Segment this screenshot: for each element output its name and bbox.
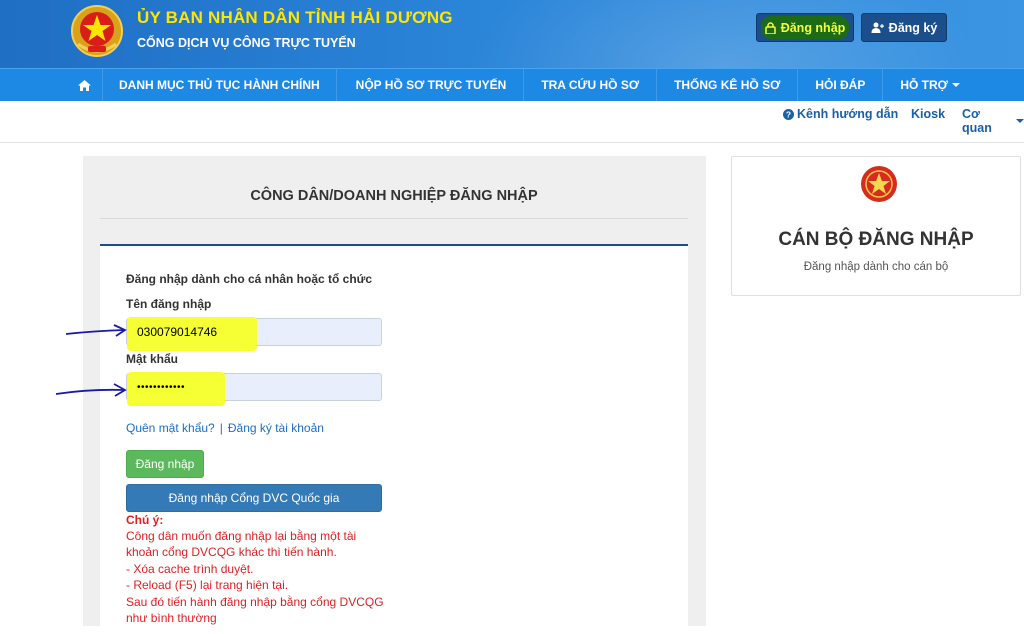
citizen-login-title: CÔNG DÂN/DOANH NGHIỆP ĐĂNG NHẬP [250,188,538,204]
agency-dropdown[interactable]: Cơ quan [962,107,1024,135]
main-nav: DANH MỤC THỦ TỤC HÀNH CHÍNH NỘP HỒ SƠ TR… [0,68,1024,101]
nav-item-statistics[interactable]: THỐNG KÊ HỒ SƠ [656,69,797,101]
star-badge-icon [861,166,897,202]
note-line: Công dân muốn đăng nhập lại bằng một tài [126,529,357,543]
nav-item-lookup[interactable]: TRA CỨU HỒ SƠ [523,69,656,101]
official-login-subtitle: Đăng nhập dành cho cán bộ [803,261,949,273]
nav-item-faq[interactable]: HỎI ĐÁP [797,69,882,101]
header-login-button[interactable]: Đăng nhập [756,13,854,42]
divider [100,218,688,219]
nav-item-support[interactable]: HỖ TRỢ [882,69,977,101]
note-line: khoản cổng DVCQG khác thì tiến hành. [126,545,337,559]
login-button[interactable]: Đăng nhập [126,450,204,478]
username-label: Tên đăng nhập [126,297,212,311]
header-register-label: Đăng ký [888,20,938,35]
password-label: Mật khẩu [126,352,179,366]
user-plus-icon [871,22,884,33]
header-register-button[interactable]: Đăng ký [861,13,947,42]
lock-icon [764,21,776,34]
kiosk-link[interactable]: Kiosk [911,107,945,121]
svg-text:?: ? [786,109,791,119]
password-value: •••••••••••• [137,381,186,393]
note-line: như bình thường [126,611,217,625]
arrow-annotation-icon [65,324,127,337]
note-title: Chú ý: [126,513,164,527]
account-links: Quên mật khẩu? | Đăng ký tài khoản [126,421,324,435]
national-portal-login-button[interactable]: Đăng nhập Cổng DVC Quốc gia [126,484,382,512]
site-subtitle: CỔNG DỊCH VỤ CÔNG TRỰC TUYẾN [137,36,356,50]
guide-link[interactable]: ? Kênh hướng dẫn [783,107,898,121]
link-separator: | [219,421,223,435]
nav-item-submit[interactable]: NỘP HỒ SƠ TRỰC TUYẾN [335,69,524,101]
note-line: - Reload (F5) lại trang hiện tại. [126,578,289,592]
password-input[interactable]: •••••••••••• [126,372,382,406]
chevron-down-icon [1016,119,1024,123]
username-value: 030079014746 [137,325,218,339]
nav-item-procedures[interactable]: DANH MỤC THỦ TỤC HÀNH CHÍNH [102,69,336,101]
login-intro-text: Đăng nhập dành cho cá nhân hoặc tổ chức [126,272,373,286]
register-account-link[interactable]: Đăng ký tài khoản [228,421,324,435]
chevron-down-icon [951,83,960,87]
question-circle-icon: ? [783,108,794,120]
site-title: ỦY BAN NHÂN DÂN TỈNH HẢI DƯƠNG [137,8,453,27]
national-emblem-logo[interactable] [70,4,124,58]
note-line: Sau đó tiến hành đăng nhập bằng cổng DVC… [126,595,384,609]
forgot-password-link[interactable]: Quên mật khẩu? [126,421,215,435]
home-icon [77,79,91,91]
username-input[interactable]: 030079014746 [126,317,382,351]
arrow-annotation-icon [55,383,127,397]
note-line: - Xóa cache trình duyệt. [126,562,254,576]
header-login-label: Đăng nhập [780,20,846,35]
nav-home[interactable] [0,69,102,101]
official-login-title: CÁN BỘ ĐĂNG NHẬP [778,229,974,250]
